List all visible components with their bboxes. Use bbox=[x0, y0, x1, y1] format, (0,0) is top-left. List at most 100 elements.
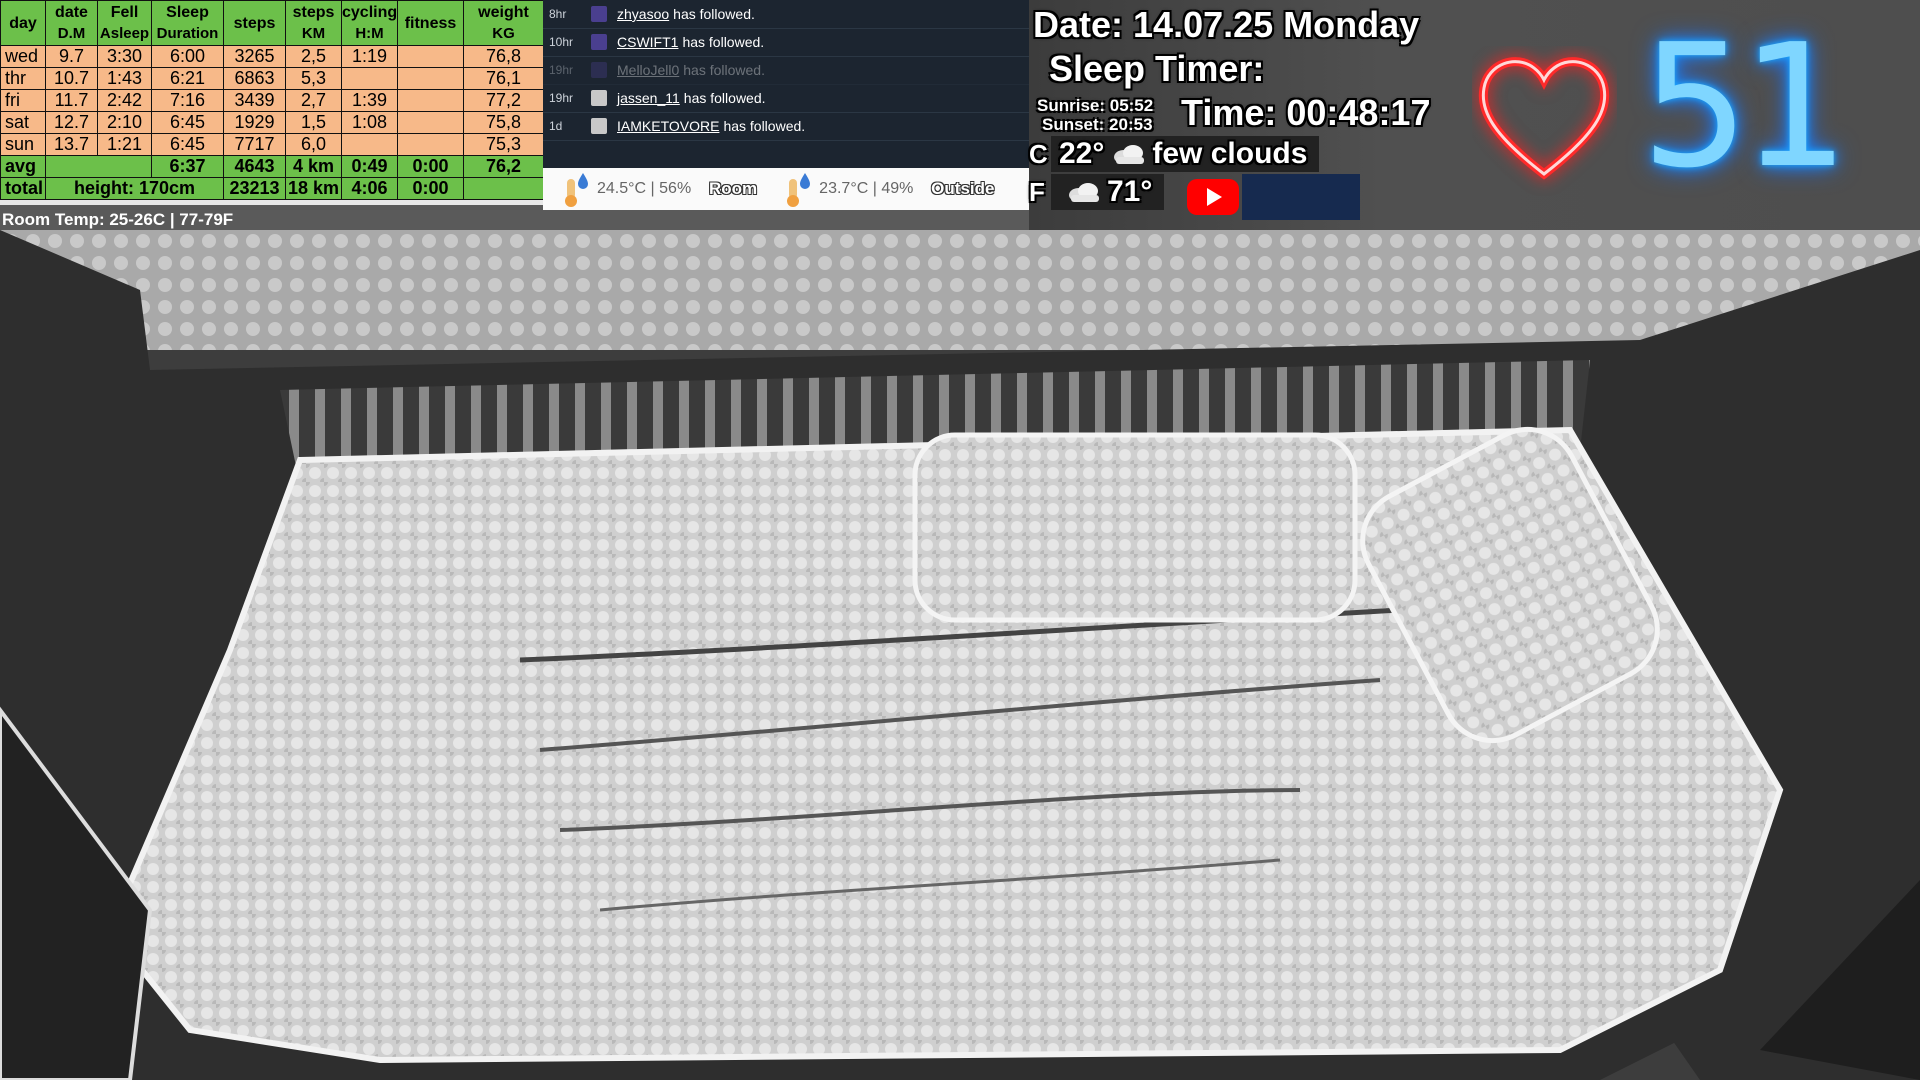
stats-cell: 1929 bbox=[223, 111, 286, 134]
follow-event: 19hr jassen_11 has followed. bbox=[543, 84, 1029, 113]
stats-cell: 3439 bbox=[223, 89, 286, 112]
stats-header-subtitle: KM bbox=[301, 25, 326, 42]
stats-cell: sun bbox=[0, 133, 46, 156]
stats-cell: 1:43 bbox=[97, 67, 152, 90]
stats-header-6: cycling H:M bbox=[341, 0, 398, 46]
stats-header-title: cycling bbox=[342, 4, 398, 21]
follow-text: has followed. bbox=[682, 34, 765, 50]
stats-cell: 5,3 bbox=[285, 67, 342, 90]
follow-age: 1d bbox=[549, 119, 563, 133]
stats-header-subtitle: H:M bbox=[355, 25, 384, 42]
stats-day-row: fri 11.7 2:42 7:16 3439 2,7 1:39 77,2 bbox=[0, 89, 544, 112]
stats-header-3: Sleep Duration bbox=[151, 0, 224, 46]
stats-cell: 1:39 bbox=[341, 89, 398, 112]
stats-cell: 2,5 bbox=[285, 45, 342, 68]
stats-header-title: fitness bbox=[404, 14, 457, 32]
stats-cell: 1:19 bbox=[341, 45, 398, 68]
weather-condition: few clouds bbox=[1152, 137, 1308, 170]
cloud-icon bbox=[1069, 183, 1099, 202]
avg-km: 4 km bbox=[285, 155, 342, 178]
stats-header-1: date D.M bbox=[45, 0, 98, 46]
stats-day-row: wed 9.7 3:30 6:00 3265 2,5 1:19 76,8 bbox=[0, 45, 544, 68]
avg-empty bbox=[45, 155, 152, 178]
stats-header-title: weight bbox=[478, 4, 529, 21]
stats-cell: 13.7 bbox=[45, 133, 98, 156]
follow-event: 19hr MelloJell0 has followed. bbox=[543, 56, 1029, 85]
stats-header-title: steps bbox=[292, 4, 335, 21]
follow-age: 19hr bbox=[549, 91, 574, 105]
sleep-timer-label: Sleep Timer: bbox=[1049, 48, 1265, 89]
stats-header-subtitle: D.M bbox=[57, 25, 86, 42]
follower-username-link[interactable]: MelloJell0 bbox=[617, 62, 679, 78]
stats-cell: 77,2 bbox=[463, 89, 544, 112]
stats-header-5: steps KM bbox=[285, 0, 342, 46]
avg-steps: 4643 bbox=[223, 155, 286, 178]
stats-cell: wed bbox=[0, 45, 46, 68]
follower-username-link[interactable]: jassen_11 bbox=[617, 90, 680, 106]
weather-fahrenheit-box: 71° bbox=[1051, 174, 1165, 210]
avg-fitness: 0:00 bbox=[397, 155, 464, 178]
cloud-icon bbox=[1114, 145, 1145, 164]
fahrenheit-temp: 71° bbox=[1107, 175, 1153, 208]
stats-header-8: weight KG bbox=[463, 0, 544, 46]
follower-username-link[interactable]: IAMKETOVORE bbox=[617, 118, 719, 134]
heart-rate-value: 51 bbox=[1641, 8, 1849, 206]
stats-cell: 2,7 bbox=[285, 89, 342, 112]
stats-day-row: thr 10.7 1:43 6:21 6863 5,3 76,1 bbox=[0, 67, 544, 90]
avatar bbox=[591, 118, 607, 134]
follow-age: 10hr bbox=[549, 35, 574, 49]
stats-cell: 1:21 bbox=[97, 133, 152, 156]
stats-cell: 6863 bbox=[223, 67, 286, 90]
thermometer-icon bbox=[787, 173, 811, 207]
outside-label: Outside bbox=[931, 179, 995, 198]
fahrenheit-letter: F bbox=[1029, 176, 1045, 207]
avatar bbox=[591, 34, 607, 50]
sunset-time: Sunset: 20:53 bbox=[1042, 115, 1153, 134]
celsius-temp: 22° bbox=[1059, 137, 1105, 170]
stats-cell bbox=[397, 111, 464, 134]
date-label: Date: 14.07.25 Monday bbox=[1033, 4, 1420, 45]
stats-cell: 9.7 bbox=[45, 45, 98, 68]
total-cycling: 4:06 bbox=[341, 177, 398, 200]
stats-cell bbox=[397, 133, 464, 156]
stats-header-7: fitness bbox=[397, 0, 464, 46]
sun-times: Sunrise: 05:52 Sunset: 20:53 bbox=[1037, 96, 1153, 134]
stats-average-row: avg 6:37 4643 4 km 0:49 0:00 76,2 bbox=[0, 155, 544, 178]
stats-cell: 6,0 bbox=[285, 133, 342, 156]
stats-cell: 6:00 bbox=[151, 45, 224, 68]
avatar bbox=[591, 90, 607, 106]
temperature-bar: 24.5°C | 56% Room 23.7°C | 49% Outside bbox=[543, 168, 1029, 210]
stats-cell bbox=[341, 133, 398, 156]
stats-header-title: Fell bbox=[110, 4, 139, 21]
youtube-banner bbox=[1242, 174, 1360, 220]
follower-username-link[interactable]: CSWIFT1 bbox=[617, 34, 678, 50]
stats-body: wed 9.7 3:30 6:00 3265 2,5 1:19 76,8 thr 10.7 1:43… bbox=[0, 45, 544, 156]
avg-label: avg bbox=[0, 155, 46, 178]
current-time: Time: 00:48:17 bbox=[1181, 92, 1431, 133]
stats-header-subtitle: Duration bbox=[156, 25, 219, 42]
stats-cell: 1,5 bbox=[285, 111, 342, 134]
stats-cell: 2:42 bbox=[97, 89, 152, 112]
total-weight bbox=[463, 177, 544, 200]
stats-header-subtitle: Asleep bbox=[99, 25, 150, 42]
stats-cell: 75,3 bbox=[463, 133, 544, 156]
follow-text: has followed. bbox=[683, 90, 766, 106]
avg-weight: 76,2 bbox=[463, 155, 544, 178]
stats-cell bbox=[397, 67, 464, 90]
stats-header-title: day bbox=[9, 14, 37, 32]
follow-age: 19hr bbox=[549, 63, 574, 77]
follow-text: has followed. bbox=[723, 118, 806, 134]
stats-cell: sat bbox=[0, 111, 46, 134]
bed-camera-feed bbox=[0, 230, 1920, 1080]
follower-username-link[interactable]: zhyasoo bbox=[617, 6, 669, 22]
avatar bbox=[591, 6, 607, 22]
stats-header-title: date bbox=[55, 4, 88, 21]
stats-cell: fri bbox=[0, 89, 46, 112]
total-fitness: 0:00 bbox=[397, 177, 464, 200]
stats-header-4: steps bbox=[223, 0, 286, 46]
room-temp-range: Room Temp: 25-26C | 77-79F bbox=[2, 210, 234, 229]
stats-cell: 6:45 bbox=[151, 111, 224, 134]
follow-text: has followed. bbox=[683, 62, 765, 78]
stats-total-row: total height: 170cm 23213 18 km 4:06 0:0… bbox=[0, 177, 544, 200]
stats-cell bbox=[397, 89, 464, 112]
